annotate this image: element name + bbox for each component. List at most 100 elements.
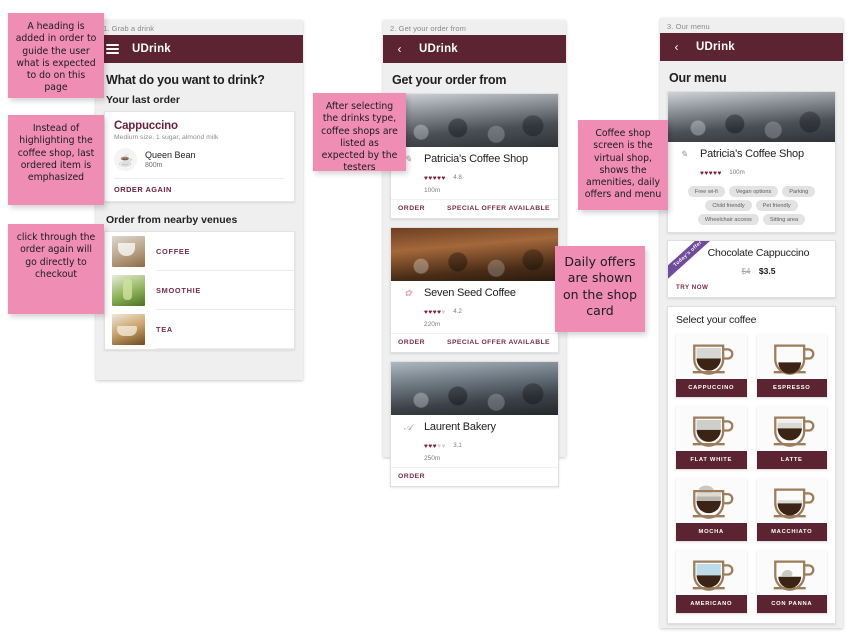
list-item[interactable]: TEA	[105, 310, 294, 348]
americano-cup-icon	[676, 550, 747, 595]
amenity-chip: Free wi-fi	[687, 186, 725, 197]
amenity-chip: Parking	[782, 186, 816, 197]
coffee-label: AMERICANO	[676, 595, 747, 613]
shop-photo	[668, 92, 835, 142]
appbar-3: ‹ UDrink	[660, 33, 843, 61]
daily-offer-card[interactable]: Today's offer Chocolate Cappuccino $4 $3…	[667, 240, 836, 298]
screen-2-body: Get your order from ✎ Patricia's Coffee …	[383, 63, 566, 503]
order-button[interactable]: ORDER	[398, 339, 425, 346]
screen-1-body: What do you want to drink? Your last ord…	[96, 63, 303, 360]
rating-hearts-icon: ♥♥♥♥♥	[700, 170, 722, 177]
shop-name: Patricia's Coffee Shop	[424, 153, 528, 165]
shop-actions: ORDER SPECIAL OFFER AVAILABLE	[391, 333, 558, 352]
appbar-title-1: UDrink	[132, 43, 171, 55]
special-offer-label[interactable]: SPECIAL OFFER AVAILABLE	[447, 205, 550, 212]
order-button[interactable]: ORDER	[398, 473, 425, 480]
coffee-option-flat-white[interactable]: FLAT WHITE	[676, 406, 747, 469]
rating-hearts-icon: ♥♥♥♥♥	[424, 175, 446, 182]
offer-price-old: $4	[741, 267, 751, 276]
venue-label: TEA	[156, 324, 173, 334]
shop-distance: 220m	[424, 321, 441, 328]
annotation-note-virtual-shop: Coffee shop screen is the virtual shop, …	[578, 120, 668, 210]
step-label-3: 3. Our menu	[667, 22, 710, 31]
coffee-label: MOCHA	[676, 523, 747, 541]
venue-label: COFFEE	[156, 246, 191, 256]
cappuccino-cup-icon	[676, 334, 747, 379]
coffee-option-espresso[interactable]: ESPRESSO	[756, 334, 827, 397]
appbar-1: UDrink	[96, 35, 303, 63]
list-item[interactable]: COFFEE	[105, 232, 294, 270]
menu-shop-card: ✎ Patricia's Coffee Shop ♥♥♥♥♥ 100m Free…	[667, 91, 836, 233]
amenity-chip: Sitting area	[762, 214, 806, 225]
offer-prices: $4 $3.5	[690, 261, 827, 279]
shop-photo	[391, 228, 558, 281]
shop-card[interactable]: ✿ Seven Seed Coffee ♥♥♥♥♥ 4.2 220m ORDER…	[390, 227, 559, 353]
back-chevron-icon[interactable]: ‹	[670, 41, 683, 53]
special-offer-label[interactable]: SPECIAL OFFER AVAILABLE	[447, 339, 550, 346]
smoothie-thumb-icon	[112, 274, 145, 306]
flat-white-cup-icon	[676, 406, 747, 451]
list-item[interactable]: SMOOTHIE	[105, 271, 294, 309]
tea-thumb-icon	[112, 313, 145, 345]
coffee-option-con-panna[interactable]: CON PANNA	[756, 550, 827, 613]
rating-value: 4.2	[453, 308, 462, 315]
shop-name-row: ✎ Patricia's Coffee Shop	[674, 146, 829, 162]
shop-info: 𝒜 Laurent Bakery ♥♥♥♥♥ 3.1 250m	[391, 415, 558, 467]
try-now-button[interactable]: TRY NOW	[676, 284, 827, 291]
shop-actions: ORDER	[391, 467, 558, 486]
coffee-label: LATTE	[756, 451, 827, 469]
last-order-card[interactable]: Cappuccino Medium size, 1 sugar, almond …	[104, 111, 295, 202]
select-coffee-card: Select your coffee CAPPUCCINO ESPRESSO F…	[667, 306, 836, 624]
step-label-1: 1. Grab a drink	[103, 24, 155, 33]
appbar-title-3: UDrink	[696, 41, 735, 53]
order-again-button[interactable]: ORDER AGAIN	[114, 185, 285, 194]
divider	[156, 348, 294, 349]
shop-name-row: ✿ Seven Seed Coffee	[398, 285, 550, 301]
last-order-drink: Cappuccino	[114, 120, 178, 132]
coffee-option-macchiato[interactable]: MACCHIATO	[756, 478, 827, 541]
hamburger-icon[interactable]	[106, 44, 119, 54]
nearby-venues-list: COFFEE SMOOTHIE TEA	[104, 231, 295, 350]
section-title-nearby: Order from nearby venues	[106, 214, 238, 226]
shop-name: Laurent Bakery	[424, 421, 496, 433]
amenity-chip: Child friendly	[705, 200, 752, 211]
coffee-label: CAPPUCCINO	[676, 379, 747, 397]
select-coffee-title: Select your coffee	[676, 314, 757, 326]
coffee-option-mocha[interactable]: MOCHA	[676, 478, 747, 541]
coffee-option-cappuccino[interactable]: CAPPUCCINO	[676, 334, 747, 397]
annotation-note-daily-offers: Daily offers are shown on the shop card	[555, 246, 645, 332]
coffee-label: FLAT WHITE	[676, 451, 747, 469]
coffee-option-americano[interactable]: AMERICANO	[676, 550, 747, 613]
latte-cup-icon	[756, 406, 827, 451]
last-order-shop-name: Queen Bean	[145, 150, 196, 160]
shop-distance: 250m	[424, 455, 441, 462]
order-button[interactable]: ORDER	[398, 205, 425, 212]
shop-name: Patricia's Coffee Shop	[700, 148, 804, 160]
step-label-2: 2. Get your order from	[390, 24, 466, 33]
amenity-chip: Pet friendly	[755, 200, 798, 211]
last-order-shop-block: Queen Bean 800m	[145, 150, 196, 169]
last-order-shop-row: ☕ Queen Bean 800m	[114, 148, 285, 171]
macchiato-cup-icon	[756, 478, 827, 523]
page-title-2: Get your order from	[392, 73, 507, 87]
shop-card[interactable]: 𝒜 Laurent Bakery ♥♥♥♥♥ 3.1 250m ORDER	[390, 361, 559, 487]
shop-photo	[391, 362, 558, 415]
shop-meta: ♥♥♥♥♥ 4.2 220m	[398, 301, 550, 328]
shop-card[interactable]: ✎ Patricia's Coffee Shop ♥♥♥♥♥ 4.8 100m …	[390, 93, 559, 219]
rating-hearts-icon: ♥♥♥♥♥	[424, 309, 446, 316]
con-panna-cup-icon	[756, 550, 827, 595]
annotation-note-heading: A heading is added in order to guide the…	[8, 13, 104, 98]
screen-3-body: Our menu ✎ Patricia's Coffee Shop ♥♥♥♥♥ …	[660, 61, 843, 632]
shop-meta: ♥♥♥♥♥ 4.8 100m	[398, 167, 550, 194]
annotation-note-last-order: Instead of highlighting the coffee shop,…	[8, 115, 104, 205]
phone-screen-2: 2. Get your order from ‹ UDrink Get your…	[383, 20, 566, 487]
shop-info: ✎ Patricia's Coffee Shop ♥♥♥♥♥ 100m	[668, 142, 835, 182]
phone-screen-1: 1. Grab a drink UDrink What do you want …	[96, 20, 303, 380]
shop-info: ✎ Patricia's Coffee Shop ♥♥♥♥♥ 4.8 100m	[391, 147, 558, 199]
offer-price-new: $3.5	[758, 266, 776, 276]
amenity-chip: Vegan options	[728, 186, 779, 197]
offer-title: Chocolate Cappuccino	[707, 247, 810, 259]
shop-name-row: ✎ Patricia's Coffee Shop	[398, 151, 550, 167]
coffee-option-latte[interactable]: LATTE	[756, 406, 827, 469]
back-chevron-icon[interactable]: ‹	[393, 43, 406, 55]
